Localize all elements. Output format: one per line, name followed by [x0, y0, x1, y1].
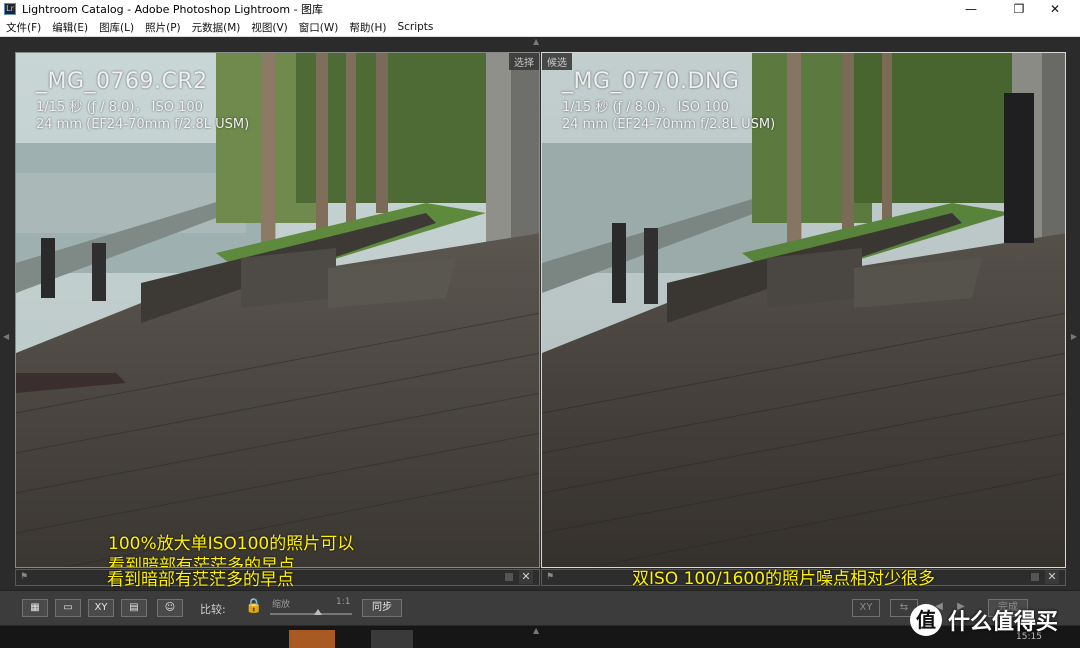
compare-view-icon[interactable]: XY [88, 599, 114, 617]
menu-window[interactable]: 窗口(W) [299, 20, 339, 35]
select-lens: 24 mm (EF24-70mm f/2.8L USM) [36, 117, 250, 132]
left-panel-toggle-icon[interactable]: ◀ [3, 332, 9, 341]
candidate-photo-info: _MG_0770.DNG 1/15 秒 (ƒ / 8.0)， ISO 100 2… [562, 69, 775, 132]
flag-icon[interactable]: ⚑ [20, 572, 28, 582]
select-badge: 选择 [509, 53, 539, 70]
candidate-photo-pane[interactable]: 候选 _MG_0770.DNG 1/15 秒 (ƒ / 8.0)， ISO 10… [541, 52, 1066, 568]
compare-label: 比较: [200, 603, 226, 616]
zoom-label: 缩放 [272, 600, 291, 610]
watermark-logo-icon: 值 [910, 604, 942, 636]
candidate-filename: _MG_0770.DNG [562, 69, 740, 94]
select-caption-line1: 100%放大单ISO100的照片可以 [108, 534, 355, 554]
swap-icon[interactable]: XY [852, 599, 880, 617]
select-filename: _MG_0769.CR2 [36, 69, 208, 94]
compare-view: ▲ ◀ ▶ 选择 _MG_0769.CR2 1/15 秒 (ƒ / 8.0)， … [0, 37, 1080, 648]
menu-edit[interactable]: 编辑(E) [52, 20, 88, 35]
flag-icon[interactable]: ⚑ [546, 572, 554, 582]
candidate-exposure: 1/15 秒 (ƒ / 8.0)， ISO 100 [562, 100, 729, 115]
select-caption: 100%放大单ISO100的照片可以 看到暗部有茫茫多的早点 [108, 533, 355, 568]
close-icon[interactable]: ✕ [1045, 570, 1059, 584]
close-button[interactable]: ✕ [1038, 0, 1072, 18]
watermark: 值 什么值得买 [910, 600, 1058, 640]
select-caption-footer-line: 看到暗部有茫茫多的早点 [107, 570, 294, 590]
color-label-icon[interactable] [505, 573, 513, 581]
select-photo-info: _MG_0769.CR2 1/15 秒 (ƒ / 8.0)， ISO 100 2… [36, 69, 249, 132]
filmstrip-thumbnail[interactable] [289, 630, 335, 648]
close-icon[interactable]: ✕ [519, 570, 533, 584]
top-panel-toggle-icon[interactable]: ▲ [533, 37, 539, 46]
select-photo-pane[interactable]: 选择 _MG_0769.CR2 1/15 秒 (ƒ / 8.0)， ISO 10… [15, 52, 540, 568]
menu-file[interactable]: 文件(F) [6, 20, 41, 35]
grid-view-icon[interactable]: ▦ [22, 599, 48, 617]
candidate-badge: 候选 [542, 53, 572, 70]
menu-bar: 文件(F) 编辑(E) 图库(L) 照片(P) 元数据(M) 视图(V) 窗口(… [0, 18, 1080, 37]
zoom-slider-thumb[interactable] [314, 609, 322, 615]
maximize-button[interactable]: ❐ [1002, 0, 1036, 18]
filmstrip-thumbnail[interactable] [371, 630, 413, 648]
people-view-icon[interactable]: ☺ [157, 599, 183, 617]
right-panel-toggle-icon[interactable]: ▶ [1071, 332, 1077, 341]
candidate-lens: 24 mm (EF24-70mm f/2.8L USM) [562, 117, 776, 132]
menu-help[interactable]: 帮助(H) [349, 20, 386, 35]
zoom-slider[interactable] [270, 613, 352, 615]
loupe-view-icon[interactable]: ▭ [55, 599, 81, 617]
select-caption-line2: 看到暗部有茫茫多的早点 [108, 556, 295, 568]
bottom-panel-toggle-icon[interactable]: ▲ [533, 626, 539, 635]
title-bar: Lr Lightroom Catalog - Adobe Photoshop L… [0, 0, 1080, 18]
menu-metadata[interactable]: 元数据(M) [192, 20, 241, 35]
select-exposure: 1/15 秒 (ƒ / 8.0)， ISO 100 [36, 100, 203, 115]
menu-view[interactable]: 视图(V) [251, 20, 287, 35]
minimize-button[interactable]: — [954, 0, 988, 18]
watermark-text: 什么值得买 [948, 610, 1059, 635]
candidate-caption: 双ISO 100/1600的照片噪点相对少很多 [632, 569, 936, 589]
menu-photo[interactable]: 照片(P) [145, 20, 181, 35]
menu-scripts[interactable]: Scripts [397, 21, 433, 33]
window-title: Lightroom Catalog - Adobe Photoshop Ligh… [22, 3, 324, 16]
lock-icon[interactable]: 🔒 [245, 598, 262, 614]
zoom-ratio: 1:1 [336, 597, 351, 607]
lightroom-app-icon: Lr [4, 3, 16, 15]
color-label-icon[interactable] [1031, 573, 1039, 581]
sync-button[interactable]: 同步 [362, 599, 402, 617]
menu-library[interactable]: 图库(L) [99, 20, 134, 35]
survey-view-icon[interactable]: ▤ [121, 599, 147, 617]
